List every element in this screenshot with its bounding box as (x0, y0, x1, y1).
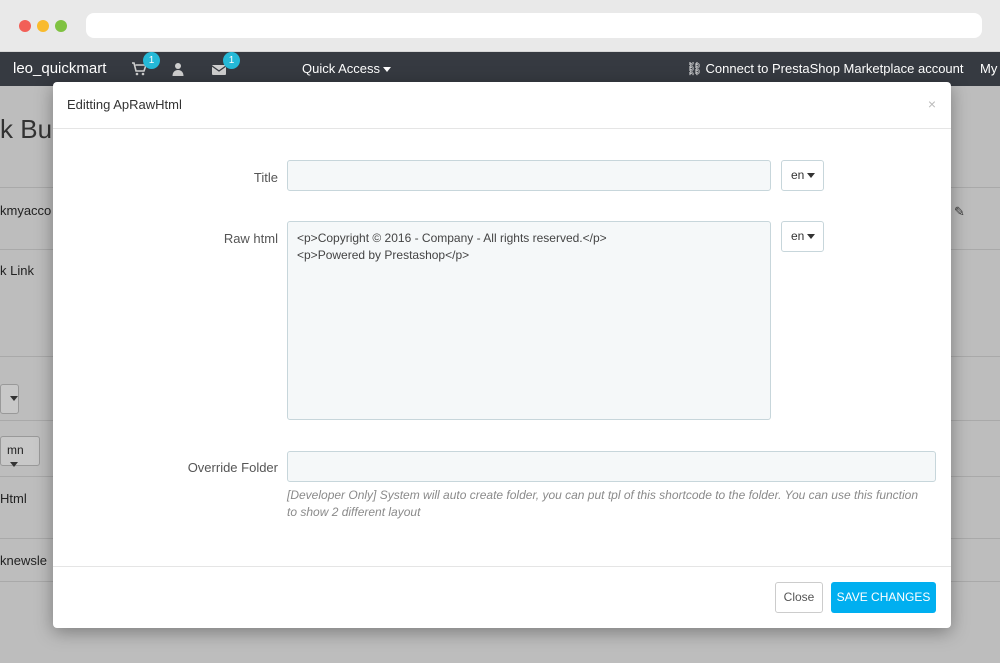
marketplace-connect-label: Connect to PrestaShop Marketplace accoun… (705, 61, 964, 76)
marketplace-connect-link[interactable]: ⛓ Connect to PrestaShop Marketplace accou… (686, 61, 964, 77)
chevron-down-icon (807, 234, 816, 240)
raw-html-language-dropdown[interactable]: en (781, 221, 824, 252)
column-dropdown-label: mn (7, 443, 24, 457)
save-changes-button[interactable]: SAVE CHANGES (831, 582, 936, 613)
title-language-label: en (791, 168, 805, 182)
pencil-icon: ✎ (954, 204, 965, 219)
modal-footer: Close SAVE CHANGES (53, 566, 951, 628)
column-dropdown: mn (0, 436, 40, 468)
raw-html-language-label: en (791, 229, 805, 243)
window-maximize-dot[interactable] (55, 20, 67, 32)
list-item: knewsle (0, 553, 47, 568)
shop-name[interactable]: leo_quickmart (13, 60, 106, 77)
modal-header: Editting ApRawHtml × (53, 82, 951, 129)
quick-access-label: Quick Access (302, 61, 381, 76)
page-title: k Bui (0, 114, 58, 144)
raw-html-textarea[interactable]: <p>Copyright © 2016 - Company - All righ… (287, 221, 771, 420)
override-folder-input[interactable] (287, 451, 936, 482)
title-language-dropdown[interactable]: en (781, 160, 824, 191)
admin-top-nav: leo_quickmart 1 1 Quick Access ⛓ Connect … (0, 52, 1000, 86)
chevron-down-icon (807, 173, 816, 179)
list-item: kmyacco (0, 203, 52, 218)
window-close-dot[interactable] (19, 20, 31, 32)
dropdown-button (0, 384, 19, 414)
my-account-link[interactable]: My (980, 61, 997, 76)
mail-badge: 1 (223, 52, 240, 69)
user-icon[interactable] (170, 61, 186, 77)
list-item: k Link (0, 263, 34, 278)
browser-toolbar (0, 0, 1000, 52)
chevron-down-icon (10, 396, 18, 402)
title-label: Title (253, 170, 278, 185)
raw-html-label: Raw html (223, 231, 278, 246)
quick-access-dropdown[interactable]: Quick Access (302, 61, 392, 76)
close-button[interactable]: Close (775, 582, 823, 613)
override-folder-label: Override Folder (187, 460, 278, 475)
close-icon[interactable]: × (928, 96, 936, 112)
chevron-down-icon (10, 462, 18, 468)
title-input[interactable] (287, 160, 771, 191)
cart-badge: 1 (143, 52, 160, 69)
link-icon: ⛓ (686, 61, 703, 76)
list-item: Html (0, 491, 27, 506)
chevron-down-icon (383, 67, 392, 73)
window-minimize-dot[interactable] (37, 20, 49, 32)
override-folder-help: [Developer Only] System will auto create… (287, 488, 919, 519)
address-bar[interactable] (86, 13, 982, 38)
edit-modal: Editting ApRawHtml × Title en Raw html <… (53, 82, 951, 628)
modal-title: Editting ApRawHtml (67, 97, 182, 112)
